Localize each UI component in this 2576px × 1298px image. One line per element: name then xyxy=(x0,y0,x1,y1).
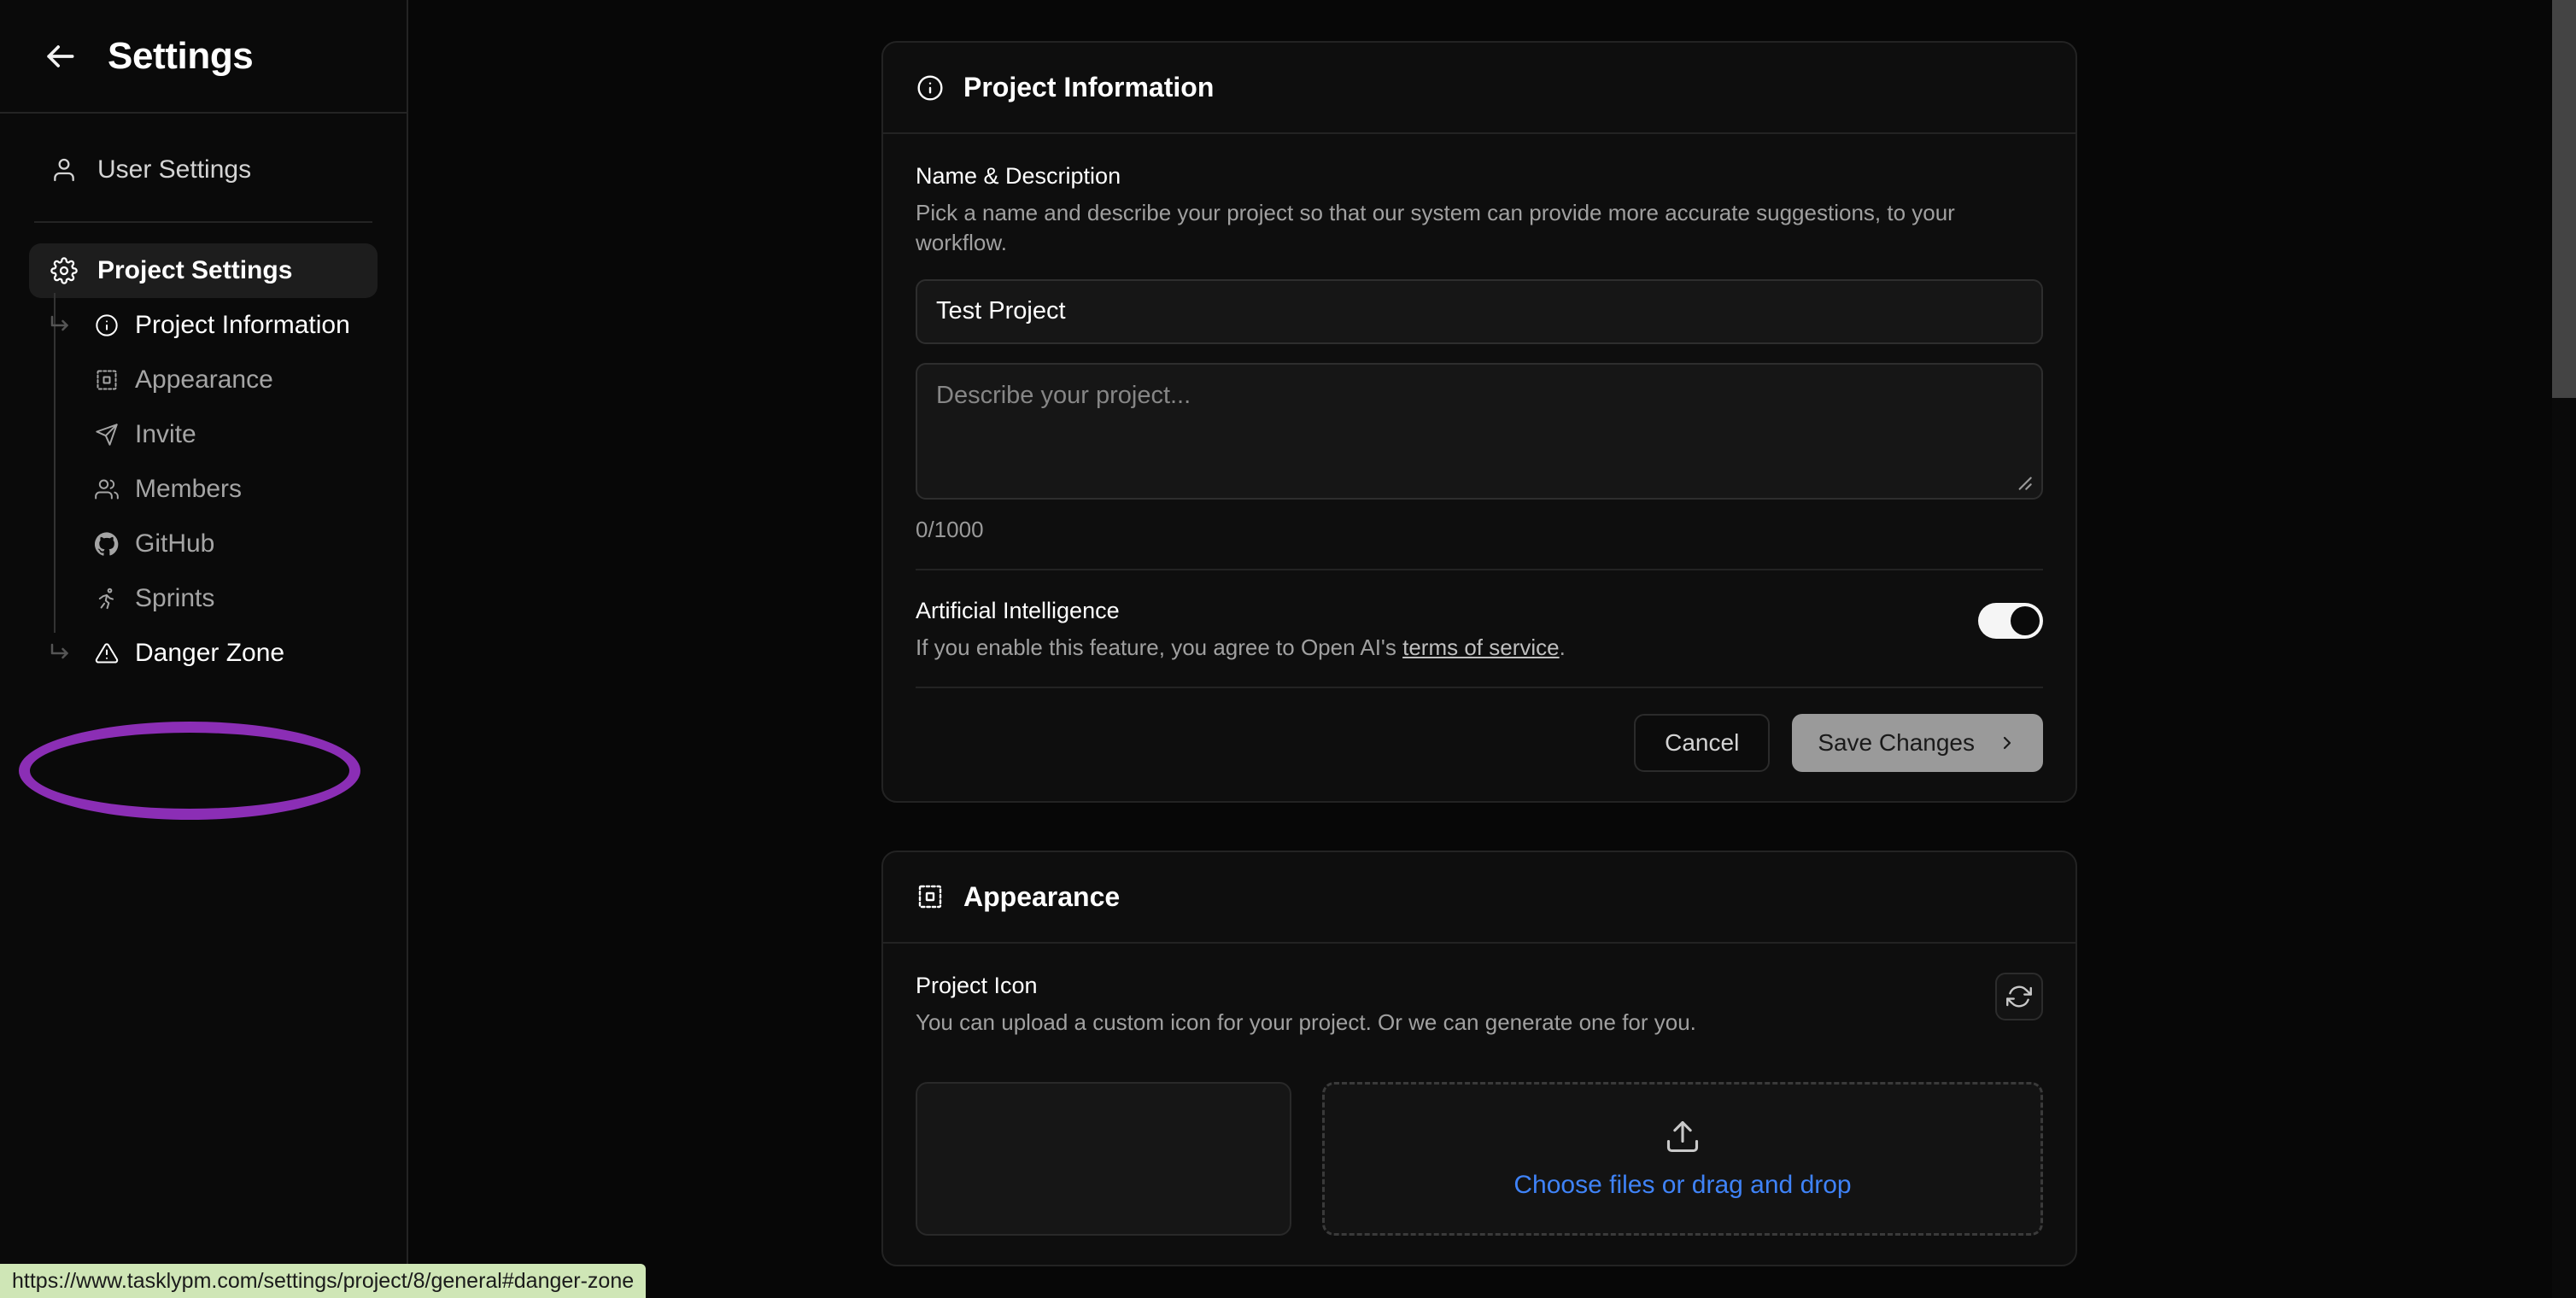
sidebar-subitem-label: Invite xyxy=(135,420,196,448)
sidebar-item-project-settings[interactable]: Project Settings xyxy=(29,243,378,298)
sidebar-nav: User Settings Project Settings Project I… xyxy=(0,114,407,681)
gear-icon xyxy=(50,256,79,285)
upload-icon xyxy=(1664,1118,1701,1155)
project-name-input[interactable] xyxy=(916,278,2043,344)
arrow-left-icon[interactable] xyxy=(41,38,79,75)
card-actions: Cancel Save Changes xyxy=(916,686,2043,772)
save-changes-button[interactable]: Save Changes xyxy=(1792,713,2043,772)
main-content: Project Information Name & Description P… xyxy=(408,0,2576,1298)
sidebar-header: Settings xyxy=(0,0,407,114)
sidebar-item-danger-zone[interactable]: Danger Zone xyxy=(46,626,378,681)
send-icon xyxy=(94,422,120,447)
sidebar-item-project-information[interactable]: Project Information xyxy=(46,298,378,353)
vertical-scrollbar-track[interactable] xyxy=(2552,0,2576,1298)
ai-description-after: . xyxy=(1559,634,1566,660)
tree-arrow-icon xyxy=(48,640,73,666)
page-title: Settings xyxy=(108,34,254,77)
sidebar-subitem-label: Sprints xyxy=(135,584,215,612)
sidebar: Settings User Settings Project Settings … xyxy=(0,0,408,1298)
user-icon xyxy=(50,155,79,184)
card-title: Appearance xyxy=(963,880,1121,912)
card-spacer xyxy=(881,803,2077,851)
sidebar-divider xyxy=(34,221,372,223)
terms-of-service-link[interactable]: terms of service xyxy=(1402,634,1560,660)
project-information-card: Project Information Name & Description P… xyxy=(881,41,2077,803)
settings-page: Settings User Settings Project Settings … xyxy=(0,0,2576,1298)
warning-triangle-icon xyxy=(94,640,120,666)
project-icon-label: Project Icon xyxy=(916,972,1038,998)
ai-description-before: If you enable this feature, you agree to… xyxy=(916,634,1403,660)
ai-toggle-knob xyxy=(2011,605,2040,635)
save-changes-label: Save Changes xyxy=(1818,728,1975,756)
run-icon xyxy=(94,586,120,611)
status-bar-url: https://www.tasklypm.com/settings/projec… xyxy=(0,1264,647,1298)
ai-toggle[interactable] xyxy=(1978,602,2043,639)
sidebar-item-user-settings[interactable]: User Settings xyxy=(29,143,378,197)
github-icon xyxy=(94,531,120,557)
project-description-input[interactable] xyxy=(916,362,2043,500)
tree-arrow-icon xyxy=(48,313,73,338)
settings-cards: Project Information Name & Description P… xyxy=(881,41,2077,1267)
icon-upload-row: Choose files or drag and drop xyxy=(916,1082,2043,1237)
name-description-label: Name & Description xyxy=(916,163,1121,189)
project-icon-preview xyxy=(916,1082,1291,1237)
info-icon xyxy=(94,313,120,338)
sidebar-item-sprints[interactable]: Sprints xyxy=(46,571,378,626)
project-icon-text-block: Project Icon You can upload a custom ico… xyxy=(916,973,1696,1058)
frame-icon xyxy=(916,882,945,911)
project-icon-row: Project Icon You can upload a custom ico… xyxy=(916,972,2043,1058)
sidebar-item-github[interactable]: GitHub xyxy=(46,517,378,571)
sidebar-subitem-label: Project Information xyxy=(135,311,350,339)
sidebar-item-appearance[interactable]: Appearance xyxy=(46,353,378,407)
file-dropzone[interactable]: Choose files or drag and drop xyxy=(1322,1082,2043,1237)
frame-icon xyxy=(94,367,120,393)
project-icon-help: You can upload a custom icon for your pr… xyxy=(916,1009,1696,1035)
card-title: Project Information xyxy=(963,72,1215,102)
sidebar-item-members[interactable]: Members xyxy=(46,462,378,517)
ai-title: Artificial Intelligence xyxy=(916,597,1120,623)
users-icon xyxy=(94,477,120,502)
dropzone-label: Choose files or drag and drop xyxy=(1513,1171,1852,1200)
character-counter: 0/1000 xyxy=(916,516,984,542)
ai-description: If you enable this feature, you agree to… xyxy=(916,634,1944,661)
name-description-help: Pick a name and describe your project so… xyxy=(916,200,1955,256)
artificial-intelligence-row: Artificial Intelligence If you enable th… xyxy=(916,570,2043,687)
ai-text-block: Artificial Intelligence If you enable th… xyxy=(916,598,1944,661)
card-body: Name & Description Pick a name and descr… xyxy=(883,134,2075,801)
card-body: Project Icon You can upload a custom ico… xyxy=(883,944,2075,1265)
vertical-scrollbar-thumb[interactable] xyxy=(2552,0,2576,398)
sidebar-subitem-label: Appearance xyxy=(135,365,273,394)
sidebar-item-invite[interactable]: Invite xyxy=(46,407,378,462)
refresh-icon[interactable] xyxy=(1995,972,2043,1020)
cancel-button[interactable]: Cancel xyxy=(1634,713,1771,772)
chevron-right-icon xyxy=(1997,733,2017,753)
sidebar-item-label: Project Settings xyxy=(97,256,293,284)
sidebar-subitem-label: Members xyxy=(135,475,243,503)
info-circle-icon xyxy=(916,73,945,102)
card-header: Appearance xyxy=(883,852,2075,944)
sidebar-subnav: Project Information Appearance Invite Me… xyxy=(46,293,378,681)
annotation-highlight-ellipse xyxy=(19,722,360,820)
sidebar-item-label: User Settings xyxy=(97,155,252,184)
sidebar-subitem-label: GitHub xyxy=(135,529,215,558)
card-header: Project Information xyxy=(883,43,2075,134)
sidebar-subitem-label: Danger Zone xyxy=(135,639,285,667)
project-description-wrap xyxy=(916,362,2043,500)
appearance-card: Appearance Project Icon You can upload a… xyxy=(881,850,2077,1267)
